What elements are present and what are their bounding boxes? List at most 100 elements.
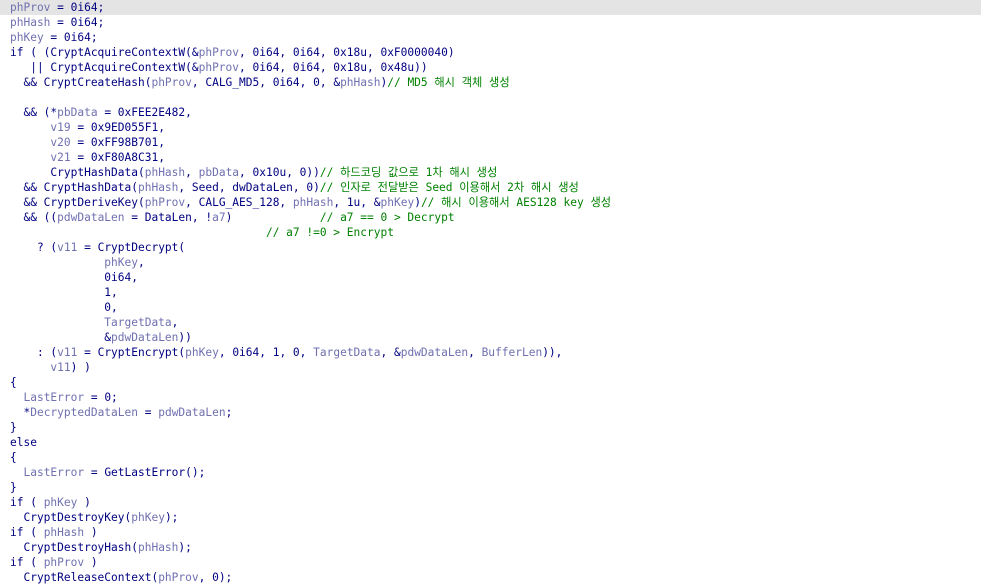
- code-token: , Seed, dwDataLen, 0): [178, 181, 320, 194]
- code-line[interactable]: if ( (CryptAcquireContextW(&phProv, 0i64…: [0, 45, 981, 60]
- code-token: 0,: [10, 301, 118, 314]
- code-line[interactable]: CryptDestroyHash(phHash);: [0, 540, 981, 555]
- code-token: &: [10, 331, 112, 344]
- variable-token[interactable]: phHash: [145, 166, 185, 179]
- variable-token[interactable]: TargetData: [313, 346, 380, 359]
- code-token: ): [414, 196, 421, 209]
- code-token: = 0i64;: [50, 16, 105, 29]
- code-line[interactable]: LastError = GetLastError();: [0, 465, 981, 480]
- code-token: = 0x9ED055F1,: [70, 121, 165, 134]
- code-line[interactable]: : (v11 = CryptEncrypt(phKey, 0i64, 1, 0,…: [0, 345, 981, 360]
- code-line[interactable]: ​: [0, 90, 981, 105]
- code-line[interactable]: phHash = 0i64;: [0, 15, 981, 30]
- variable-token[interactable]: v20: [50, 136, 70, 149]
- variable-token[interactable]: TargetData: [104, 316, 171, 329]
- code-line[interactable]: && CryptDeriveKey(phProv, CALG_AES_128, …: [0, 195, 981, 210]
- code-line[interactable]: TargetData,: [0, 315, 981, 330]
- variable-token[interactable]: v11: [57, 241, 77, 254]
- variable-token[interactable]: phKey: [44, 496, 78, 509]
- variable-token[interactable]: v21: [50, 151, 70, 164]
- code-line[interactable]: &pdwDataLen)): [0, 330, 981, 345]
- code-token: ,: [185, 166, 199, 179]
- code-line[interactable]: v11) ): [0, 360, 981, 375]
- variable-token[interactable]: phProv: [10, 1, 50, 14]
- variable-token[interactable]: v11: [57, 346, 77, 359]
- variable-token[interactable]: phKey: [381, 196, 415, 209]
- code-line[interactable]: && (*pbData = 0xFEE2E482,: [0, 105, 981, 120]
- variable-token[interactable]: pbData: [199, 166, 239, 179]
- variable-token[interactable]: phHash: [340, 76, 380, 89]
- variable-token[interactable]: phKey: [131, 511, 165, 524]
- variable-token[interactable]: LastError: [23, 391, 84, 404]
- code-token: ): [77, 496, 91, 509]
- current-code-line[interactable]: phProv = 0i64;: [0, 0, 981, 15]
- code-token: && (*: [10, 106, 58, 119]
- code-line[interactable]: if ( phHash ): [0, 525, 981, 540]
- variable-token[interactable]: phProv: [145, 196, 185, 209]
- code-line[interactable]: if ( phKey ): [0, 495, 981, 510]
- code-line[interactable]: if ( phProv ): [0, 555, 981, 570]
- code-line[interactable]: 0i64,: [0, 270, 981, 285]
- variable-token[interactable]: v19: [50, 121, 70, 134]
- variable-token[interactable]: BufferLen: [482, 346, 543, 359]
- code-line[interactable]: v21 = 0xF80A8C31,: [0, 150, 981, 165]
- code-line[interactable]: {: [0, 450, 981, 465]
- code-token: 0i64,: [10, 271, 138, 284]
- code-line[interactable]: && CryptCreateHash(phProv, CALG_MD5, 0i6…: [0, 75, 981, 90]
- code-line[interactable]: phKey,: [0, 255, 981, 270]
- code-token: {: [10, 376, 17, 389]
- variable-token[interactable]: pdwDataLen: [111, 331, 178, 344]
- code-line[interactable]: || CryptAcquireContextW(&phProv, 0i64, 0…: [0, 60, 981, 75]
- variable-token[interactable]: v11: [50, 361, 70, 374]
- variable-token[interactable]: pdwDataLen: [401, 346, 468, 359]
- variable-token[interactable]: phProv: [151, 76, 191, 89]
- code-token: ) ): [70, 361, 91, 374]
- code-line[interactable]: else: [0, 435, 981, 450]
- variable-token[interactable]: phHash: [44, 526, 84, 539]
- variable-token[interactable]: phHash: [138, 181, 178, 194]
- variable-token[interactable]: phKey: [10, 31, 44, 44]
- variable-token[interactable]: pdwDataLen: [57, 211, 124, 224]
- code-line[interactable]: 0,: [0, 300, 981, 315]
- variable-token[interactable]: DecryptedDataLen: [30, 406, 138, 419]
- code-line[interactable]: }: [0, 420, 981, 435]
- code-line[interactable]: // a7 !=0 > Encrypt: [0, 225, 981, 240]
- variable-token[interactable]: LastError: [23, 466, 84, 479]
- variable-token[interactable]: phProv: [199, 46, 239, 59]
- variable-token[interactable]: phHash: [138, 541, 178, 554]
- code-line[interactable]: }: [0, 480, 981, 495]
- variable-token[interactable]: a7: [212, 211, 225, 224]
- decompiled-code-view[interactable]: phProv = 0i64; phHash = 0i64; phKey = 0i64…: [0, 0, 981, 586]
- code-line[interactable]: 1,: [0, 285, 981, 300]
- variable-token[interactable]: phKey: [104, 256, 138, 269]
- variable-token[interactable]: pdwDataLen: [158, 406, 225, 419]
- code-line[interactable]: phKey = 0i64;: [0, 30, 981, 45]
- code-token: if (: [10, 496, 44, 509]
- code-token: ,: [468, 346, 482, 359]
- variable-token[interactable]: phProv: [158, 571, 198, 584]
- code-line[interactable]: v19 = 0x9ED055F1,: [0, 120, 981, 135]
- variable-token[interactable]: phHash: [10, 16, 50, 29]
- variable-token[interactable]: phProv: [199, 61, 239, 74]
- code-line[interactable]: && ((pdwDataLen = DataLen, !a7) // a7 ==…: [0, 210, 981, 225]
- code-token: && CryptCreateHash(: [10, 76, 152, 89]
- variable-token[interactable]: phKey: [185, 346, 219, 359]
- code-line[interactable]: CryptReleaseContext(phProv, 0);: [0, 570, 981, 585]
- variable-token[interactable]: phHash: [293, 196, 333, 209]
- variable-token[interactable]: pbData: [57, 106, 97, 119]
- code-line[interactable]: LastError = 0;: [0, 390, 981, 405]
- code-line[interactable]: {: [0, 375, 981, 390]
- code-token: *: [10, 406, 31, 419]
- code-line[interactable]: CryptHashData(phHash, pbData, 0x10u, 0))…: [0, 165, 981, 180]
- code-token: CryptHashData(: [10, 166, 145, 179]
- code-line[interactable]: && CryptHashData(phHash, Seed, dwDataLen…: [0, 180, 981, 195]
- variable-token[interactable]: phProv: [44, 556, 84, 569]
- code-line[interactable]: CryptDestroyKey(phKey);: [0, 510, 981, 525]
- code-line[interactable]: *DecryptedDataLen = pdwDataLen;: [0, 405, 981, 420]
- code-line[interactable]: ? (v11 = CryptDecrypt(: [0, 240, 981, 255]
- comment-token: // a7 == 0 > Decrypt: [319, 211, 455, 224]
- code-line[interactable]: v20 = 0xFF98B701,: [0, 135, 981, 150]
